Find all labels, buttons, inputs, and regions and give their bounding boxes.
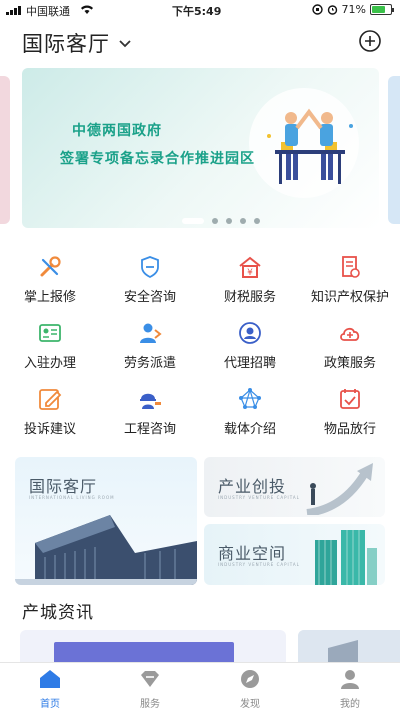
tab-label: 我的 — [340, 699, 360, 710]
app-header: 国际客厅 — [0, 22, 400, 62]
pager-dot — [240, 218, 246, 224]
compass-icon — [239, 669, 261, 693]
service-item[interactable]: 物品放行 — [300, 386, 400, 437]
user-icon — [339, 669, 361, 693]
svg-text:¥: ¥ — [247, 268, 253, 278]
service-icon — [139, 669, 161, 693]
id-card-icon — [36, 320, 64, 346]
service-label: 劳务派遣 — [123, 356, 176, 371]
pager-dot-active — [182, 218, 204, 224]
card-subtitle: INDUSTRY VENTURE CAPITAL — [218, 562, 300, 567]
service-label: 载体介绍 — [223, 422, 276, 437]
handshake-illustration — [267, 108, 353, 184]
alarm-icon — [327, 5, 337, 15]
banner-peek-prev — [0, 76, 10, 224]
home-icon — [39, 669, 61, 693]
service-grid: 掌上报修 安全咨询 ¥ 财税服务 知识产权保护入驻办理 劳务派遣 代理招聘 政策服务投诉建议 工… — [0, 254, 400, 437]
service-item[interactable]: 代理招聘 — [200, 320, 300, 371]
worker-icon — [136, 320, 164, 346]
service-item[interactable]: 载体介绍 — [200, 386, 300, 437]
card-subtitle: INDUSTRY VENTURE CAPITAL — [218, 495, 300, 500]
service-item[interactable]: 掌上报修 — [0, 254, 100, 305]
card-industry-venture[interactable]: 产业创投 INDUSTRY VENTURE CAPITAL — [204, 457, 385, 517]
service-label: 物品放行 — [323, 422, 376, 437]
plus-circle-icon[interactable] — [358, 29, 382, 57]
card-title: 商业空间 — [218, 544, 287, 563]
tab-service[interactable]: 服务 — [100, 663, 200, 710]
service-label: 政策服务 — [323, 356, 376, 371]
service-item[interactable]: 政策服务 — [300, 320, 400, 371]
service-label: 财税服务 — [223, 290, 276, 305]
chevron-down-icon[interactable] — [118, 34, 132, 53]
card-title: 产业创投 — [218, 477, 287, 496]
tab-compass[interactable]: 发现 — [200, 663, 300, 710]
service-item[interactable]: ¥ 财税服务 — [200, 254, 300, 305]
card-subtitle: INTERNATIONAL LIVING ROOM — [29, 495, 115, 500]
finance-icon: ¥ — [236, 254, 264, 280]
network-icon — [236, 386, 264, 412]
service-item[interactable]: 劳务派遣 — [100, 320, 200, 371]
service-item[interactable]: 投诉建议 — [0, 386, 100, 437]
document-icon — [336, 254, 364, 280]
service-item[interactable]: 安全咨询 — [100, 254, 200, 305]
recruit-icon — [236, 320, 264, 346]
tab-label: 首页 — [40, 699, 60, 710]
status-time: 下午5:49 — [172, 5, 222, 18]
cloud-icon — [336, 320, 364, 346]
service-item[interactable]: 知识产权保护 — [300, 254, 400, 305]
tab-home[interactable]: 首页 — [0, 663, 100, 710]
banner-slide[interactable]: 中德两国政府 签署专项备忘录合作推进园区 — [22, 68, 379, 228]
wrench-icon — [36, 254, 64, 280]
card-international-lounge[interactable]: 国际客厅 INTERNATIONAL LIVING ROOM — [15, 457, 197, 585]
growth-arrow-illustration — [306, 463, 373, 515]
service-label: 投诉建议 — [23, 422, 76, 437]
tab-label: 发现 — [240, 699, 260, 710]
battery-percent: 71% — [341, 3, 366, 16]
service-label: 入驻办理 — [23, 356, 76, 371]
edit-icon — [36, 386, 64, 412]
pager-dot — [212, 218, 218, 224]
service-label: 工程咨询 — [123, 422, 176, 437]
card-title: 国际客厅 — [29, 477, 98, 496]
skyscraper-illustration — [315, 530, 377, 585]
banner-pager — [182, 218, 260, 224]
card-commercial-space[interactable]: 商业空间 INDUSTRY VENTURE CAPITAL — [204, 524, 385, 585]
service-label: 掌上报修 — [23, 290, 76, 305]
shield-icon — [136, 254, 164, 280]
tab-user[interactable]: 我的 — [300, 663, 400, 710]
banner-headline-1: 中德两国政府 — [72, 123, 162, 139]
status-bar: 中国联通 下午5:49 71% — [0, 0, 400, 22]
wifi-icon — [80, 4, 94, 18]
pager-dot — [226, 218, 232, 224]
service-item[interactable]: 工程咨询 — [100, 386, 200, 437]
service-label: 安全咨询 — [123, 290, 176, 305]
banner-peek-next — [388, 76, 400, 224]
helmet-icon — [136, 386, 164, 412]
banner-headline-2: 签署专项备忘录合作推进园区 — [60, 151, 255, 167]
tab-label: 服务 — [140, 699, 160, 710]
building-illustration — [15, 515, 197, 585]
carrier-label: 中国联通 — [26, 5, 70, 18]
banner-carousel[interactable]: 中德两国政府 签署专项备忘录合作推进园区 — [0, 68, 400, 230]
orientation-lock-icon — [311, 4, 323, 15]
bottom-tab-bar: 首页 服务 发现 我的 — [0, 662, 400, 710]
battery-icon — [370, 4, 394, 15]
checklist-icon — [336, 386, 364, 412]
signal-icon — [6, 6, 21, 15]
pager-dot — [254, 218, 260, 224]
news-section-title: 产城资讯 — [22, 603, 94, 623]
service-item[interactable]: 入驻办理 — [0, 320, 100, 371]
service-label: 知识产权保护 — [310, 290, 389, 305]
service-label: 代理招聘 — [223, 356, 276, 371]
page-title[interactable]: 国际客厅 — [22, 28, 110, 58]
